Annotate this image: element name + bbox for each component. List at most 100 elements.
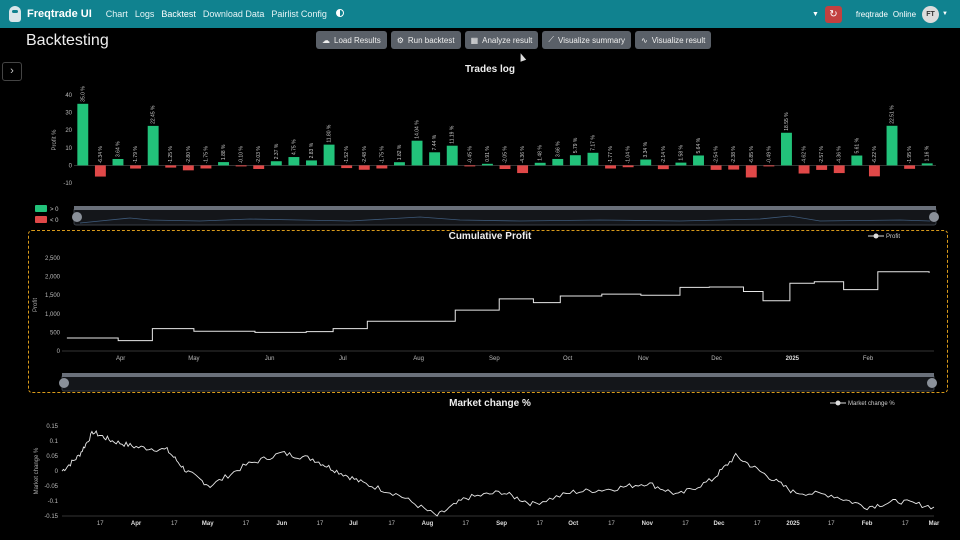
trades-y-tick: 10 xyxy=(65,146,72,152)
visualize-summary-button[interactable]: ⟋ Visualize summary xyxy=(542,31,631,49)
profit-zoom-bar xyxy=(62,373,934,377)
market-x-tick: Mar xyxy=(929,521,940,527)
trade-bar xyxy=(657,165,669,170)
trade-bar xyxy=(182,165,194,171)
visualize-result-button[interactable]: ∿ Visualize result xyxy=(634,31,712,49)
trade-data-label: 22.45 % xyxy=(151,105,157,124)
trade-data-label: -6.22 % xyxy=(872,146,878,164)
user-menu-caret-icon[interactable]: ▼ xyxy=(942,11,948,17)
trade-data-label: 5.61 % xyxy=(854,137,860,153)
bot-select-caret-icon[interactable]: ▼ xyxy=(812,11,819,18)
trade-bar xyxy=(165,165,177,168)
trade-bar xyxy=(464,165,476,167)
market-y-tick: -0.15 xyxy=(44,514,58,520)
profit-x-tick: Oct xyxy=(563,356,573,362)
trade-bar xyxy=(798,165,810,174)
trade-data-label: -2.48 % xyxy=(362,146,368,164)
trade-data-label: -2.57 % xyxy=(819,146,825,164)
nav-link-logs[interactable]: Logs xyxy=(135,9,155,19)
reload-button[interactable]: ↻ xyxy=(824,5,842,23)
trade-data-label: -2.14 % xyxy=(661,146,667,164)
trade-bar xyxy=(411,140,423,166)
trade-bar xyxy=(745,165,757,178)
legend-positive-label: > 0 xyxy=(50,207,59,213)
trade-bar xyxy=(130,165,142,169)
profit-y-tick: 2,000 xyxy=(45,275,61,281)
nav-right: ▼ ↻ freqtrade Online FT ▼ xyxy=(812,0,948,28)
trade-bar xyxy=(323,144,335,166)
trade-bar xyxy=(833,165,845,174)
trade-data-label: -1.75 % xyxy=(379,146,385,164)
run-backtest-button[interactable]: ⚙ Run backtest xyxy=(390,31,461,49)
trade-data-label: -6.34 % xyxy=(98,146,104,164)
profit-y-tick: 0 xyxy=(57,349,61,355)
trades-y-tick: 20 xyxy=(65,128,72,134)
trade-data-label: -1.79 % xyxy=(133,146,139,164)
trade-data-label: -1.52 % xyxy=(344,146,350,164)
brand[interactable]: Freqtrade UI xyxy=(9,6,92,22)
profit-x-tick: Jun xyxy=(265,356,275,362)
trade-data-label: -1.77 % xyxy=(608,146,614,164)
market-x-tick: 17 xyxy=(388,521,395,527)
profit-x-tick: Nov xyxy=(638,356,649,362)
market-x-tick: 17 xyxy=(536,521,543,527)
trades-y-tick: 40 xyxy=(65,93,72,99)
profit-legend-label: Profit xyxy=(886,234,900,240)
cloud-download-icon: ☁ xyxy=(322,35,330,45)
nav-link-backtest[interactable]: Backtest xyxy=(161,9,196,19)
trade-bar xyxy=(904,165,916,169)
trade-data-label: 22.51 % xyxy=(890,105,896,124)
nav-link-pairlist-config[interactable]: Pairlist Config xyxy=(271,9,327,19)
market-x-tick: 17 xyxy=(317,521,324,527)
trade-bar xyxy=(270,161,282,166)
trade-data-label: -2.05 % xyxy=(503,146,509,164)
trade-data-label: -1.25 % xyxy=(168,146,174,164)
load-results-button[interactable]: ☁ Load Results xyxy=(316,31,387,49)
freqtrade-logo-icon xyxy=(9,6,21,22)
trade-data-label: -1.75 % xyxy=(203,146,209,164)
sidebar-toggle-button[interactable]: › xyxy=(2,62,22,81)
market-change-line xyxy=(61,430,935,517)
market-y-tick: -0.1 xyxy=(48,499,59,505)
run-icon: ⚙ xyxy=(396,35,404,45)
trade-bar xyxy=(499,165,511,170)
trade-bar xyxy=(587,152,599,166)
trades-y-tick: 30 xyxy=(65,111,72,117)
trade-data-label: -2.03 % xyxy=(256,146,262,164)
market-x-tick: 17 xyxy=(754,521,761,527)
trade-bar xyxy=(675,162,687,166)
trade-data-label: 0.91 % xyxy=(485,146,491,162)
trade-data-label: 35.0 % xyxy=(80,86,86,102)
market-x-tick: 17 xyxy=(682,521,689,527)
trade-bar xyxy=(763,165,775,167)
run-backtest-label: Run backtest xyxy=(407,35,455,45)
profit-x-tick: Sep xyxy=(489,356,500,362)
profit-x-tick: Aug xyxy=(413,356,424,362)
nav-links: Chart Logs Backtest Download Data Pairli… xyxy=(106,9,344,19)
market-legend-marker xyxy=(835,400,841,406)
profit-y-tick: 1,500 xyxy=(45,293,61,299)
trades-y-axis-label: Profit % xyxy=(52,129,58,151)
nav-link-download-data[interactable]: Download Data xyxy=(203,9,265,19)
avatar[interactable]: FT xyxy=(922,5,940,23)
theme-toggle-icon[interactable] xyxy=(335,9,344,17)
trade-bar xyxy=(77,103,89,166)
profit-zoom-slider xyxy=(61,374,935,392)
cumulative-profit-chart: 0 500 1,000 1,500 2,000 2,500 Profit Apr May Jun J… xyxy=(33,233,937,392)
market-x-tick: Jul xyxy=(349,521,358,527)
nav-link-chart[interactable]: Chart xyxy=(106,9,128,19)
market-y-tick: 0.05 xyxy=(46,454,58,460)
trade-data-label: -6.85 % xyxy=(749,146,755,164)
trade-bar xyxy=(534,162,546,166)
trade-data-label: 3.64 % xyxy=(115,141,121,157)
analyze-result-button[interactable]: ▦ Analyze result xyxy=(464,31,539,49)
trade-bar xyxy=(112,158,124,166)
profit-x-tick: Apr xyxy=(116,356,125,362)
trades-zoom-handle-left xyxy=(72,212,82,222)
profit-line xyxy=(66,271,930,342)
trade-data-label: 11.19 % xyxy=(450,125,456,144)
trade-data-label: -0.10 % xyxy=(239,146,245,164)
trades-log-title: Trades log xyxy=(464,64,515,75)
trade-data-label: -4.36 % xyxy=(520,146,526,164)
market-x-tick: Aug xyxy=(422,521,434,527)
